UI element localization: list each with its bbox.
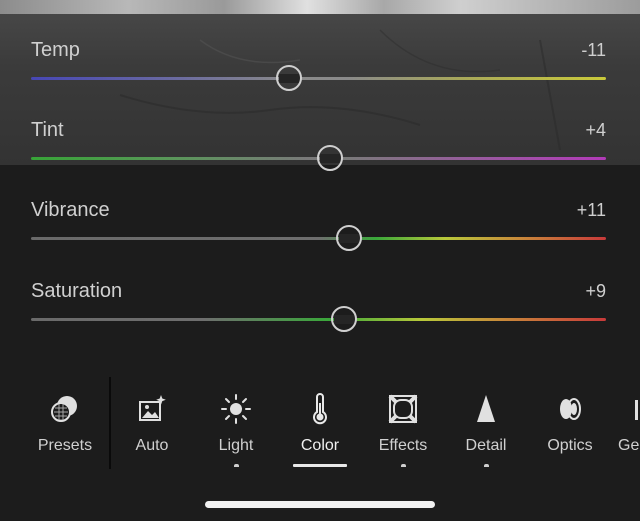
temp-value: -11 — [581, 40, 606, 60]
edit-toolbar: Presets Auto Light Color Effects Detail … — [0, 372, 640, 482]
vibrance-track[interactable] — [31, 237, 606, 240]
detail-label: Detail — [465, 437, 507, 454]
thermometer-icon — [313, 393, 327, 425]
vibrance-value: +11 — [576, 200, 606, 220]
optics-label: Optics — [547, 437, 593, 454]
saturation-thumb[interactable] — [331, 306, 357, 332]
light-icon — [221, 394, 251, 424]
effects-button[interactable]: Effects — [363, 372, 443, 472]
color-button[interactable]: Color — [280, 372, 360, 472]
optics-button[interactable]: Optics — [530, 372, 610, 472]
temp-label: Temp — [31, 39, 80, 61]
presets-button[interactable]: Presets — [25, 372, 105, 472]
light-label: Light — [218, 437, 254, 454]
saturation-value: +9 — [585, 281, 606, 301]
light-button[interactable]: Light — [196, 372, 276, 472]
effects-icon — [388, 394, 418, 424]
geometry-icon — [635, 400, 638, 420]
auto-button[interactable]: Auto — [112, 372, 192, 472]
light-adjusted-dot — [234, 464, 239, 467]
temp-thumb[interactable] — [276, 65, 302, 91]
color-label: Color — [300, 437, 340, 454]
presets-icon — [51, 396, 77, 422]
vibrance-thumb[interactable] — [336, 225, 362, 251]
tint-thumb[interactable] — [317, 145, 343, 171]
detail-icon — [477, 395, 495, 422]
detail-button[interactable]: Detail — [446, 372, 526, 472]
saturation-slider[interactable]: Saturation +9 — [31, 279, 606, 339]
effects-adjusted-dot — [401, 464, 406, 467]
effects-label: Effects — [378, 437, 428, 454]
auto-icon — [139, 395, 166, 421]
presets-label: Presets — [37, 437, 93, 454]
geometry-button[interactable]: Ge — [610, 372, 640, 472]
optics-icon — [560, 398, 581, 420]
vibrance-label: Vibrance — [31, 199, 110, 221]
geometry-label: Ge — [618, 437, 640, 454]
toolbar-divider — [109, 377, 111, 469]
tint-value: +4 — [585, 120, 606, 140]
tint-slider[interactable]: Tint +4 — [31, 118, 606, 178]
detail-adjusted-dot — [484, 464, 489, 467]
saturation-label: Saturation — [31, 280, 123, 302]
home-indicator[interactable] — [205, 501, 435, 508]
auto-label: Auto — [135, 437, 169, 454]
temp-slider[interactable]: Temp -11 — [31, 38, 606, 98]
saturation-track[interactable] — [31, 318, 606, 321]
tint-label: Tint — [31, 119, 64, 141]
vibrance-slider[interactable]: Vibrance +11 — [31, 198, 606, 258]
temp-track[interactable] — [31, 77, 606, 80]
color-selected-underline — [293, 464, 347, 467]
